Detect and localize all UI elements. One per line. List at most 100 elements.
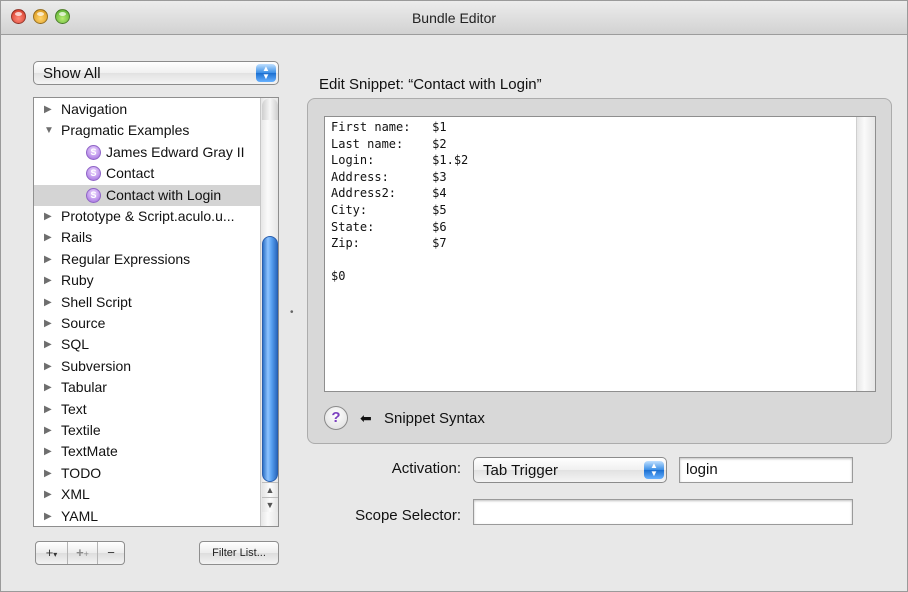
bundle-row[interactable]: ▶ YAML [34,506,260,526]
disclosure-collapsed-icon[interactable]: ▶ [44,227,54,248]
window-title: Bundle Editor [411,10,497,26]
activation-value: Tab Trigger [483,462,559,479]
list-action-buttons: +▾ ++ − [35,541,125,565]
bundle-label: Navigation [61,101,128,117]
bundle-label: Ruby [61,272,94,289]
code-line: $0 [331,269,346,284]
bundle-label: Rails [61,229,93,246]
title-bar[interactable]: Bundle Editor [1,1,907,35]
bundle-row[interactable]: ▶ XML [34,484,260,505]
code-line: State: $6 [331,219,447,234]
bundle-row[interactable]: ▶ TODO [34,463,260,484]
edit-snippet-heading: Edit Snippet: “Contact with Login” [319,76,542,93]
tab-trigger-field[interactable]: login [679,457,853,483]
bundle-label: Text [61,400,87,417]
disclosure-collapsed-icon[interactable]: ▶ [44,484,54,505]
snippet-label: James Edward Gray II [106,143,245,160]
bundle-label: Pragmatic Examples [61,122,190,139]
disclosure-collapsed-icon[interactable]: ▶ [44,99,54,120]
code-line: City: $5 [331,203,447,217]
bundle-row[interactable]: ▶ Ruby [34,270,260,291]
scrollbar-top-cap [262,98,278,120]
disclosure-collapsed-icon[interactable]: ▶ [44,270,54,291]
disclosure-collapsed-icon[interactable]: ▶ [44,206,54,227]
snippet-s-icon: S [86,166,101,182]
scope-selector-field[interactable] [473,499,853,525]
bundle-outline-list[interactable]: ▶ YAML ▶ XML ▶ TODO ▶ TextMate ▶ Textile ▶ Text ▶ Tab… [33,97,279,527]
list-scroll-thumb[interactable] [262,236,278,482]
snippet-s-icon: S [86,144,101,160]
bundle-row[interactable]: ▶ Prototype & Script.aculo.u... [34,206,260,227]
bundle-row[interactable]: ▶ Text [34,399,260,420]
code-line: First name: $1 [331,120,447,134]
bundle-label: Subversion [61,357,132,374]
snippet-row[interactable]: S Contact [34,163,260,184]
list-scrollbar[interactable]: ▲ ▼ [260,98,278,526]
bundle-row[interactable]: ▶ Tabular [34,377,260,398]
bundle-editor-window: Bundle Editor Show All ▲ ▼ ▶ YAML ▶ XML ▶ TODO… [0,0,908,592]
snippet-group-box: First name: $1 Last name: $2 Login: $1.$2 A… [307,98,892,444]
snippet-s-icon: S [86,187,101,203]
disclosure-expanded-icon[interactable]: ▼ [44,120,54,141]
disclosure-collapsed-icon[interactable]: ▶ [44,334,54,355]
bundle-label: XML [61,486,90,503]
bundle-row[interactable]: ▶ Rails [34,227,260,248]
add-item-button[interactable]: ++ [68,542,98,564]
disclosure-collapsed-icon[interactable]: ▶ [44,249,54,270]
bundle-label: Shell Script [61,293,132,310]
popup-arrows-icon: ▲ ▼ [644,461,664,479]
popup-arrows-icon: ▲ ▼ [256,64,276,82]
snippet-label: Contact with Login [106,186,222,203]
bundle-label: SQL [61,336,90,353]
bundle-label: TextMate [61,443,118,460]
add-bundle-menu-button[interactable]: +▾ [36,542,68,564]
activation-label: Activation: [391,460,461,477]
bundle-row[interactable]: ▶ Subversion [34,356,260,377]
snippet-label: Contact [106,165,155,182]
code-line: Address: $3 [331,169,447,184]
disclosure-collapsed-icon[interactable]: ▶ [44,313,54,334]
bundle-row[interactable]: ▶ Shell Script [34,292,260,313]
bundle-label: Prototype & Script.aculo.u... [61,208,235,224]
bundle-row[interactable]: ▶ Regular Expressions [34,249,260,270]
bundle-row[interactable]: ▶ Source [34,313,260,334]
code-line: Login: $1.$2 [331,153,469,168]
disclosure-collapsed-icon[interactable]: ▶ [44,463,54,484]
disclosure-collapsed-icon[interactable]: ▶ [44,292,54,313]
filter-list-button[interactable]: Filter List... [199,541,279,565]
snippet-row[interactable]: S James Edward Gray II [34,142,260,163]
snippet-syntax-label: Snippet Syntax [384,410,485,427]
bundle-row[interactable]: ▶ TextMate [34,441,260,462]
disclosure-collapsed-icon[interactable]: ▶ [44,441,54,462]
editor-scrollbar[interactable] [856,117,875,391]
disclosure-collapsed-icon[interactable]: ▶ [44,399,54,420]
bundle-label: Textile [61,422,101,438]
show-filter-popup[interactable]: Show All ▲ ▼ [33,61,279,85]
snippet-editor[interactable]: First name: $1 Last name: $2 Login: $1.$2 A… [324,116,876,392]
chevron-down-icon: ▾ [53,550,58,559]
scroll-down-arrow-icon[interactable]: ▼ [262,497,278,512]
code-line: Zip: $7 [331,236,447,251]
splitter-handle[interactable]: • [290,307,294,318]
activation-popup[interactable]: Tab Trigger ▲ ▼ [473,457,667,483]
bundle-label: TODO [61,464,102,481]
bundle-label: Source [61,315,106,331]
help-button[interactable]: ? [324,406,348,430]
disclosure-collapsed-icon[interactable]: ▶ [44,420,54,441]
disclosure-collapsed-icon[interactable]: ▶ [44,377,54,398]
snippet-row[interactable]: S Contact with Login [34,184,260,206]
bundle-label: Tabular [61,379,107,396]
bundle-row[interactable]: ▶ Navigation [34,99,260,120]
bundle-row[interactable]: ▶ SQL [34,334,260,355]
bundle-row[interactable]: ▶ Textile [34,420,260,441]
bundle-row[interactable]: ▼ Pragmatic Examples [34,120,260,141]
remove-button[interactable]: − [98,542,124,564]
disclosure-collapsed-icon[interactable]: ▶ [44,356,54,377]
bundle-label: Regular Expressions [61,250,191,267]
scope-selector-label: Scope Selector: [355,507,461,524]
show-filter-value: Show All [43,65,101,82]
disclosure-collapsed-icon[interactable]: ▶ [44,506,54,526]
scroll-up-arrow-icon[interactable]: ▲ [262,482,278,497]
bundle-label: YAML [61,507,99,524]
code-line: Last name: $2 [331,136,447,151]
